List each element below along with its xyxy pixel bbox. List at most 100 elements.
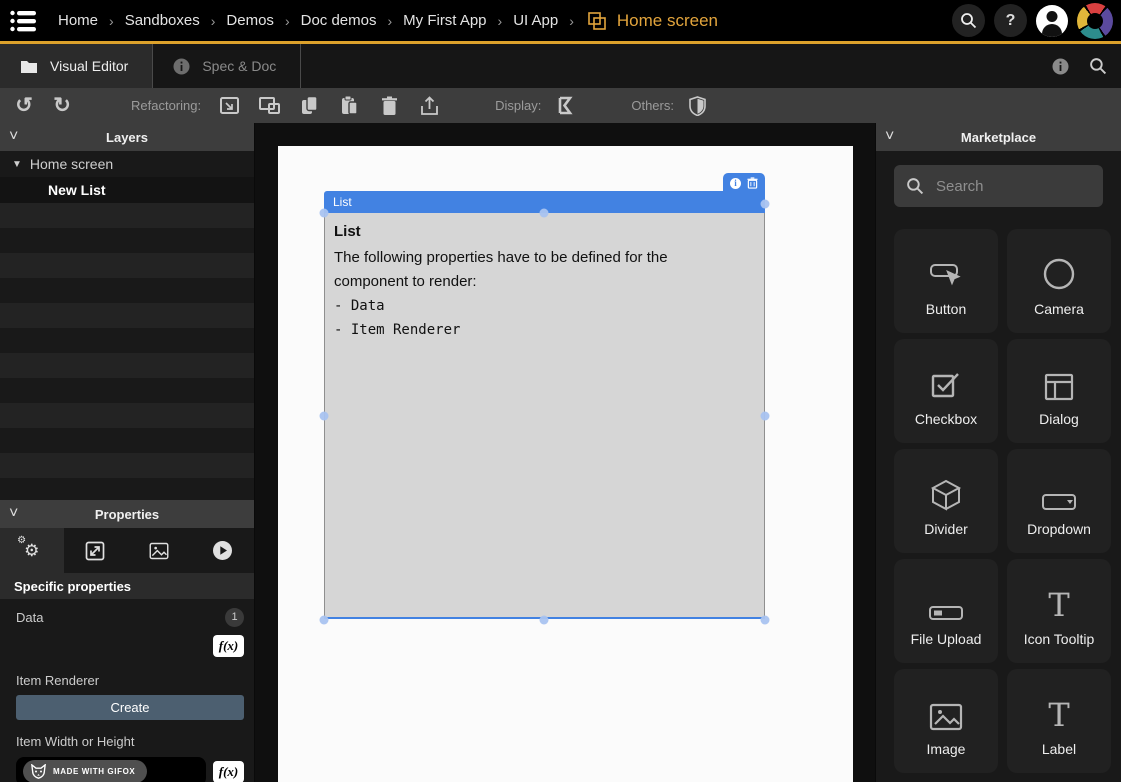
properties-title: Properties	[0, 507, 254, 522]
breadcrumb-item-ui-app[interactable]: UI App	[513, 12, 558, 29]
marketplace-card-dropdown[interactable]: Dropdown	[1007, 449, 1111, 553]
chevron-right-icon: ›	[211, 13, 216, 29]
image-icon	[929, 669, 963, 731]
resize-handle-bottom-left[interactable]	[320, 616, 329, 625]
data-fx-button[interactable]: f(x)	[213, 635, 244, 657]
search-icon[interactable]	[1089, 57, 1107, 75]
resize-handle-top-right[interactable]	[761, 200, 770, 209]
breadcrumb-item-sandboxes[interactable]: Sandboxes	[125, 12, 200, 29]
component-description: The following properties have to be defi…	[334, 246, 714, 294]
play-icon	[212, 540, 233, 561]
properties-panel-header[interactable]: ˅ Properties	[0, 500, 254, 528]
tab-visual-editor[interactable]: Visual Editor	[0, 44, 153, 88]
expand-caret-icon[interactable]: ▼	[12, 159, 22, 170]
account-avatar[interactable]	[1036, 5, 1068, 37]
resize-handle-bottom-center[interactable]	[540, 616, 549, 625]
chevron-right-icon: ›	[109, 13, 114, 29]
skeleton-display-icon[interactable]	[551, 92, 579, 120]
card-label: Dropdown	[1027, 521, 1091, 537]
delete-icon[interactable]	[375, 92, 403, 120]
info-icon	[173, 58, 190, 75]
card-label: Dialog	[1039, 411, 1079, 427]
tab-layout-properties[interactable]	[64, 528, 128, 573]
marketplace-card-dialog[interactable]: Dialog	[1007, 339, 1111, 443]
component-delete-icon[interactable]	[747, 177, 758, 189]
breadcrumb-item-demos[interactable]: Demos	[226, 12, 274, 29]
resize-handle-top-left[interactable]	[320, 209, 329, 218]
menu-icon[interactable]	[10, 10, 36, 32]
tab-spec-doc[interactable]: Spec & Doc	[153, 44, 301, 88]
layer-item-home-screen[interactable]: ▼ Home screen	[0, 151, 254, 177]
layers-panel-header[interactable]: ˅ Layers	[0, 123, 254, 151]
redo-button[interactable]: ↻	[48, 92, 76, 120]
resize-handle-mid-right[interactable]	[761, 412, 770, 421]
resize-handle-top-center[interactable]	[540, 209, 549, 218]
marketplace-card-icon-tooltip[interactable]: T Icon Tooltip	[1007, 559, 1111, 663]
item-width-fx-button[interactable]: f(x)	[213, 761, 244, 782]
breadcrumb-item-my-first-app[interactable]: My First App	[403, 12, 486, 29]
properties-body: Data 1 f(x) Item Renderer Create Item Wi…	[0, 599, 254, 782]
layer-item-new-list[interactable]: New List	[0, 177, 254, 203]
shield-icon[interactable]	[684, 92, 712, 120]
copy-icon[interactable]	[295, 92, 323, 120]
extract-component-icon[interactable]	[215, 92, 243, 120]
card-label: Checkbox	[915, 411, 977, 427]
collapse-chevron-icon[interactable]: ˅	[885, 128, 894, 146]
create-item-renderer-button[interactable]: Create	[16, 695, 244, 720]
left-panel: ˅ Layers ▼ Home screen New List ˅ Proper…	[0, 123, 255, 782]
component-body[interactable]: List The following properties have to be…	[324, 213, 765, 619]
item-width-input[interactable]: 40 MADE WITH GIFOX	[16, 757, 206, 782]
chevron-right-icon: ›	[285, 13, 290, 29]
card-label: File Upload	[911, 631, 982, 647]
canvas-page[interactable]: i List List The following properties hav…	[278, 146, 853, 782]
marketplace-title: Marketplace	[876, 130, 1121, 145]
layers-empty-area	[0, 203, 254, 500]
paste-icon[interactable]	[335, 92, 363, 120]
tab-label: Visual Editor	[50, 58, 128, 74]
marketplace-panel: ˅ Marketplace Button Camera Checkbox Dialog…	[875, 123, 1121, 782]
breadcrumb-item-doc-demos[interactable]: Doc demos	[301, 12, 377, 29]
tab-specific-properties[interactable]: ⚙⚙	[0, 528, 64, 573]
marketplace-card-camera[interactable]: Camera	[1007, 229, 1111, 333]
undo-button[interactable]: ↺	[10, 92, 38, 120]
card-label: Label	[1042, 741, 1076, 757]
marketplace-card-file-upload[interactable]: File Upload	[894, 559, 998, 663]
help-icon[interactable]: ?	[994, 4, 1027, 37]
marketplace-panel-header[interactable]: ˅ Marketplace	[876, 123, 1121, 151]
cube-icon	[930, 449, 962, 511]
wrap-component-icon[interactable]	[255, 92, 283, 120]
item-renderer-label: Item Renderer	[16, 673, 99, 688]
export-icon[interactable]	[415, 92, 443, 120]
folder-icon	[20, 59, 38, 74]
collapse-chevron-icon[interactable]: ˅	[9, 128, 18, 146]
component-info-icon[interactable]: i	[730, 178, 741, 189]
tab-appearance-properties[interactable]	[127, 528, 191, 573]
marketplace-search-input[interactable]	[936, 178, 1086, 195]
marketplace-card-checkbox[interactable]: Checkbox	[894, 339, 998, 443]
main-area: ˅ Layers ▼ Home screen New List ˅ Proper…	[0, 123, 1121, 782]
chevron-right-icon: ›	[387, 13, 392, 29]
component-title: List	[333, 195, 352, 209]
card-label: Camera	[1034, 301, 1084, 317]
data-count-badge: 1	[225, 608, 244, 627]
breadcrumb-item-home[interactable]: Home	[58, 12, 98, 29]
marketplace-search[interactable]	[894, 165, 1103, 207]
tab-actions-properties[interactable]	[191, 528, 255, 573]
collapse-chevron-icon[interactable]: ˅	[9, 505, 18, 523]
marketplace-card-image[interactable]: Image	[894, 669, 998, 773]
marketplace-card-button[interactable]: Button	[894, 229, 998, 333]
card-label: Icon Tooltip	[1024, 631, 1095, 647]
svg-text:T: T	[1048, 589, 1070, 621]
gears-icon: ⚙⚙	[24, 541, 39, 561]
search-icon[interactable]	[952, 4, 985, 37]
resize-handle-bottom-right[interactable]	[761, 616, 770, 625]
info-icon[interactable]	[1052, 58, 1069, 75]
top-bar: Home › Sandboxes › Demos › Doc demos › My First …	[0, 0, 1121, 41]
canvas-viewport[interactable]: i List List The following properties hav…	[255, 123, 875, 782]
resize-handle-mid-left[interactable]	[320, 412, 329, 421]
marketplace-card-divider[interactable]: Divider	[894, 449, 998, 553]
layer-label: New List	[48, 182, 106, 198]
brand-logo-icon[interactable]	[1077, 3, 1113, 39]
marketplace-card-label[interactable]: TLabel	[1007, 669, 1111, 773]
action-toolbar: ↺ ↻ Refactoring: Display:	[0, 88, 1121, 123]
